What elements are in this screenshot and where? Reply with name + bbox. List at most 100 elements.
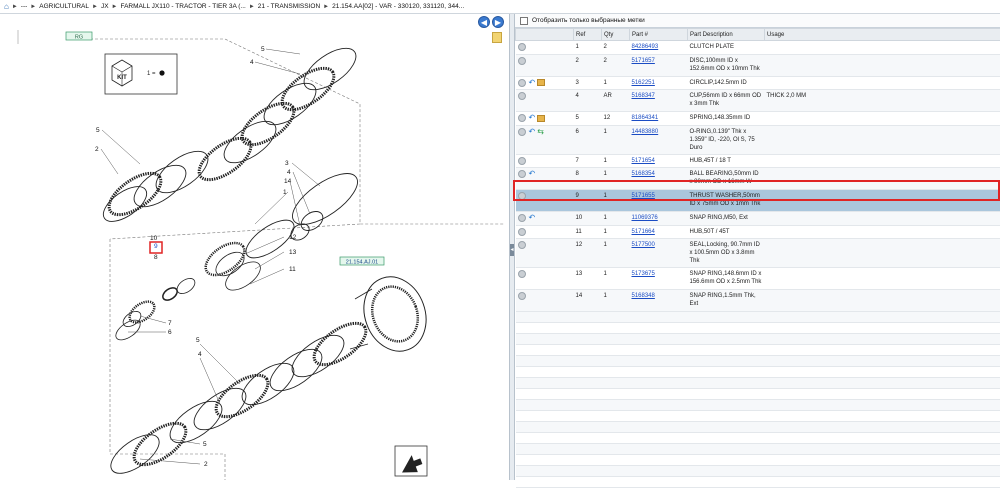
callout[interactable]: 3 <box>285 160 289 167</box>
callout[interactable]: 5 <box>196 337 200 344</box>
callout[interactable]: 7 <box>168 320 172 327</box>
callout[interactable]: 10 <box>150 235 158 242</box>
add-to-cart-icon[interactable] <box>518 192 526 200</box>
part-number-link[interactable]: 5177500 <box>632 242 655 248</box>
add-to-cart-icon[interactable] <box>518 214 526 222</box>
breadcrumb-item[interactable]: 21 - TRANSMISSION <box>258 3 320 10</box>
empty-cell <box>630 323 688 334</box>
table-row[interactable]: 225171657DISC,100mm ID x 152.6mm OD x 10… <box>516 54 1000 76</box>
home-icon[interactable]: ⌂ <box>4 2 9 11</box>
part-number-link[interactable]: 5171654 <box>632 158 655 164</box>
table-row[interactable]: ↶⇆6114483880O-RING,0.139" Thk x 1.359" I… <box>516 125 1000 154</box>
part-number-link[interactable]: 5173675 <box>632 271 655 277</box>
add-to-cart-icon[interactable] <box>518 270 526 278</box>
callout[interactable]: 11 <box>289 266 296 273</box>
interchange-icon[interactable]: ⇆ <box>537 128 544 136</box>
part-number-link[interactable]: 5162251 <box>632 80 655 86</box>
callout[interactable]: 4 <box>198 351 202 358</box>
table-row[interactable]: 1215177500SEAL,Locking, 90.7mm ID x 100.… <box>516 239 1000 268</box>
empty-cell <box>765 378 1000 389</box>
part-number-link[interactable]: 5171664 <box>632 229 655 235</box>
part-number-link[interactable]: 5168348 <box>632 293 655 299</box>
table-row[interactable]: 1415168348SNAP RING,1.5mm Thk, Ext <box>516 290 1000 312</box>
add-to-cart-icon[interactable] <box>518 292 526 300</box>
empty-cell <box>688 378 765 389</box>
empty-cell <box>602 477 630 488</box>
add-to-cart-icon[interactable] <box>518 128 526 136</box>
breadcrumb-item[interactable]: 21.154.AA[02] - VAR - 330120, 331120, 34… <box>332 3 464 10</box>
add-to-cart-icon[interactable] <box>518 241 526 249</box>
breadcrumb-item[interactable]: JX <box>101 3 109 10</box>
part-cell: 5168347 <box>630 90 688 112</box>
callout[interactable]: 13 <box>289 249 297 256</box>
breadcrumb-item[interactable]: AGRICULTURAL <box>39 3 89 10</box>
add-to-cart-icon[interactable] <box>518 79 526 87</box>
empty-cell <box>602 411 630 422</box>
callout[interactable]: 2 <box>204 461 208 468</box>
breadcrumb-item[interactable]: FARMALL JX110 - TRACTOR - TIER 3A (... <box>120 3 245 10</box>
callout[interactable]: 5 <box>203 441 207 448</box>
replacement-icon[interactable]: ↶ <box>529 170 536 178</box>
empty-cell <box>630 400 688 411</box>
empty-cell <box>630 466 688 477</box>
part-number-link[interactable]: 5171655 <box>632 193 655 199</box>
table-row[interactable]: 1115171664HUB,50T / 45T <box>516 225 1000 239</box>
part-number-link[interactable]: 81864341 <box>632 115 659 121</box>
empty-cell <box>630 345 688 356</box>
add-to-cart-icon[interactable] <box>518 170 526 178</box>
add-to-cart-icon[interactable] <box>518 57 526 65</box>
part-number-link[interactable]: 14483880 <box>632 129 659 135</box>
add-to-cart-icon[interactable] <box>518 92 526 100</box>
part-number-link[interactable]: 5168354 <box>632 171 655 177</box>
callout[interactable]: 4 <box>250 59 254 66</box>
empty-cell <box>765 312 1000 323</box>
part-number-link[interactable]: 84286493 <box>632 44 659 50</box>
col-header-description[interactable]: Part Description <box>688 29 765 41</box>
table-row[interactable]: 915171655THRUST WASHER,50mm ID x 75mm OD… <box>516 190 1000 212</box>
replacement-icon[interactable]: ↶ <box>529 214 536 222</box>
package-icon[interactable] <box>537 115 545 122</box>
callout[interactable]: 6 <box>168 329 172 336</box>
callout[interactable]: 5 <box>261 46 265 53</box>
kit-icon <box>112 60 132 86</box>
table-row[interactable]: ↶51281864341SPRING,148.35mm ID <box>516 112 1000 126</box>
replacement-icon[interactable]: ↶ <box>529 128 536 136</box>
col-header-qty[interactable]: Qty <box>602 29 630 41</box>
link-tag-label[interactable]: 21.154.AJ.01 <box>346 260 378 266</box>
callout-selected[interactable]: 9 <box>154 243 158 250</box>
replacement-icon[interactable]: ↶ <box>529 79 536 87</box>
callout[interactable]: 4 <box>287 169 291 176</box>
show-selected-checkbox[interactable] <box>520 17 528 25</box>
empty-row <box>516 323 1000 334</box>
table-row[interactable]: 715171654HUB,45T / 18 T <box>516 154 1000 168</box>
add-to-cart-icon[interactable] <box>518 228 526 236</box>
add-to-cart-icon[interactable] <box>518 157 526 165</box>
callout[interactable]: 5 <box>96 127 100 134</box>
col-header-ref[interactable]: Ref <box>574 29 602 41</box>
table-row[interactable]: ↶315162251CIRCLIP,142.5mm ID <box>516 76 1000 90</box>
breadcrumb-item[interactable]: --- <box>21 3 28 10</box>
part-cell: 5171657 <box>630 54 688 76</box>
table-row[interactable]: 1284286493CLUTCH PLATE <box>516 41 1000 55</box>
empty-cell <box>574 444 602 455</box>
package-icon[interactable] <box>537 79 545 86</box>
callout[interactable]: 8 <box>154 254 158 261</box>
collapse-handle-icon[interactable]: ◂ <box>510 244 514 256</box>
col-header-part[interactable]: Part # <box>630 29 688 41</box>
part-number-link[interactable]: 11069376 <box>632 215 658 221</box>
part-number-link[interactable]: 5171657 <box>632 58 655 64</box>
replacement-icon[interactable]: ↶ <box>529 114 536 122</box>
table-row[interactable]: ↶10111069376SNAP RING,M50, Ext <box>516 212 1000 226</box>
add-to-cart-icon[interactable] <box>518 114 526 122</box>
part-number-link[interactable]: 5168347 <box>632 93 655 99</box>
clutch-drum <box>350 268 436 360</box>
col-header-usage[interactable]: Usage <box>765 29 1000 41</box>
table-row[interactable]: ↶815168354BALL BEARING,50mm ID x 80mm OD… <box>516 168 1000 190</box>
description-cell: HUB,45T / 18 T <box>688 154 765 168</box>
empty-cell <box>574 411 602 422</box>
callout[interactable]: 2 <box>95 146 99 153</box>
table-row[interactable]: 4AR5168347CUP,56mm ID x 66mm OD x 3mm Th… <box>516 90 1000 112</box>
add-to-cart-icon[interactable] <box>518 43 526 51</box>
callout[interactable]: 12 <box>289 234 297 241</box>
table-row[interactable]: 1315173675SNAP RING,148.6mm ID x 156.6mm… <box>516 268 1000 290</box>
